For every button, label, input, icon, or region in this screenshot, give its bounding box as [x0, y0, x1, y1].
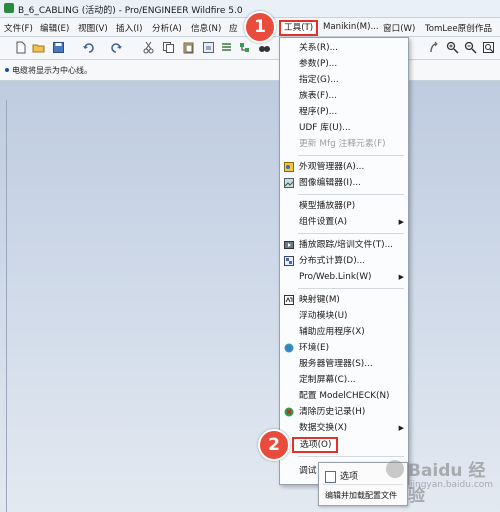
menu-item-relations[interactable]: 关系(R)... [280, 41, 408, 55]
menu-item-appearance-manager[interactable]: 外观管理器(A)... [280, 160, 408, 174]
undo-icon[interactable] [82, 41, 95, 54]
spin-icon[interactable] [428, 41, 441, 54]
menu-item-udf-library[interactable]: UDF 库(U)... [280, 121, 408, 135]
menu-item-pro-weblink[interactable]: Pro/Web.Link(W) ▶ [280, 270, 408, 284]
image-editor-icon [284, 178, 294, 188]
find-icon[interactable] [220, 41, 233, 54]
menu-item-update-mfg: 更新 Mfg 注释元素(F) [299, 139, 386, 149]
menu-item-config-modelcheck[interactable]: 配置 ModelCHECK(N) [280, 389, 408, 403]
menu-item-image-editor[interactable]: 图像编辑器(I)... [280, 176, 408, 190]
model-tree-icon[interactable] [238, 41, 251, 54]
paste-icon[interactable] [182, 41, 195, 54]
menu-view[interactable]: 视图(V) [78, 22, 108, 34]
watermark: Baidu 经验 jingyan.baidu.com [382, 452, 500, 506]
menu-item-clear-history[interactable]: 清除历史记录(H) [280, 405, 408, 419]
bullet-icon [5, 68, 9, 72]
menu-item-distributed-computing[interactable]: 分布式计算(D)... [280, 254, 408, 268]
copy-icon[interactable] [162, 41, 175, 54]
regen-icon[interactable] [202, 41, 215, 54]
menu-separator [298, 233, 404, 234]
menu-item-auxiliary-apps[interactable]: 辅助应用程序(X) [280, 325, 408, 339]
menu-separator [298, 155, 404, 156]
message-area: 电缆将显示为中心线。 [0, 60, 500, 81]
environment-icon [284, 343, 294, 353]
menu-item-mapkeys[interactable]: 映射键(M) [280, 293, 408, 307]
open-icon[interactable] [32, 41, 45, 54]
distributed-icon [284, 256, 294, 266]
menu-tomlee[interactable]: TomLee原创作品 [425, 22, 492, 34]
menu-item-floating-modules[interactable]: 浮动模块(U) [280, 309, 408, 323]
window-title: B_6_CABLING (活动的) - Pro/ENGINEER Wildfir… [18, 6, 243, 16]
menu-item-options[interactable]: 选项(O) [292, 437, 338, 453]
app-icon [4, 3, 14, 13]
new-icon[interactable] [14, 41, 27, 54]
menu-item-environment[interactable]: 环境(E) [280, 341, 408, 355]
watermark-url: jingyan.baidu.com [410, 480, 494, 490]
toolbar [0, 37, 500, 60]
tools-menu: 关系(R)... 参数(P)... 指定(G)... 族表(F)... 程序(P… [279, 37, 409, 485]
refit-icon[interactable] [482, 41, 495, 54]
appearance-icon [284, 162, 294, 172]
menu-item-family-table[interactable]: 族表(F)... [280, 89, 408, 103]
menu-item-assign[interactable]: 指定(G)... [280, 73, 408, 87]
menu-file[interactable]: 文件(F) [4, 22, 33, 34]
menu-insert[interactable]: 插入(I) [116, 22, 142, 34]
tooltip-title: 选项 [340, 472, 359, 482]
redo-icon[interactable] [110, 41, 123, 54]
zoom-in-icon[interactable] [446, 41, 459, 54]
submenu-arrow-icon: ▶ [398, 424, 404, 432]
trail-icon [284, 240, 294, 250]
menu-applications[interactable]: 应 [229, 22, 238, 34]
status-message: 电缆将显示为中心线。 [12, 66, 92, 75]
menu-item-customize-screen[interactable]: 定制屏幕(C)... [280, 373, 408, 387]
save-icon[interactable] [52, 41, 65, 54]
callout-2: 2 [258, 429, 290, 461]
menu-item-assembly-settings[interactable]: 组件设置(A) ▶ [280, 215, 408, 229]
menu-item-server-manager[interactable]: 服务器管理器(S)... [280, 357, 408, 371]
clear-history-icon [284, 407, 294, 417]
callout-1: 1 [244, 11, 276, 43]
navigator-edge[interactable] [0, 100, 7, 512]
menu-separator [298, 194, 404, 195]
menu-window[interactable]: 窗口(W) [383, 22, 415, 34]
menu-separator [298, 288, 404, 289]
menu-item-data-exchange[interactable]: 数据交换(X) ▶ [280, 421, 408, 435]
menu-analysis[interactable]: 分析(A) [152, 22, 182, 34]
menu-item-model-player[interactable]: 模型播放器(P) [280, 199, 408, 213]
menu-manikin[interactable]: Manikin(M)... [323, 22, 379, 32]
submenu-arrow-icon: ▶ [398, 218, 404, 226]
menu-item-program[interactable]: 程序(P)... [280, 105, 408, 119]
menu-tools[interactable]: 工具(T) [279, 20, 319, 36]
menu-item-play-trail[interactable]: 播放跟踪/培训文件(T)... [280, 238, 408, 252]
submenu-arrow-icon: ▶ [398, 273, 404, 281]
menu-item-parameters[interactable]: 参数(P)... [280, 57, 408, 71]
document-icon [325, 470, 336, 483]
menu-info[interactable]: 信息(N) [191, 22, 221, 34]
cut-icon[interactable] [142, 41, 155, 54]
zoom-out-icon[interactable] [464, 41, 477, 54]
menu-edit[interactable]: 编辑(E) [40, 22, 69, 34]
baidu-paw-icon [386, 460, 404, 478]
mapkey-icon [284, 295, 294, 305]
graphics-canvas[interactable] [0, 81, 500, 512]
